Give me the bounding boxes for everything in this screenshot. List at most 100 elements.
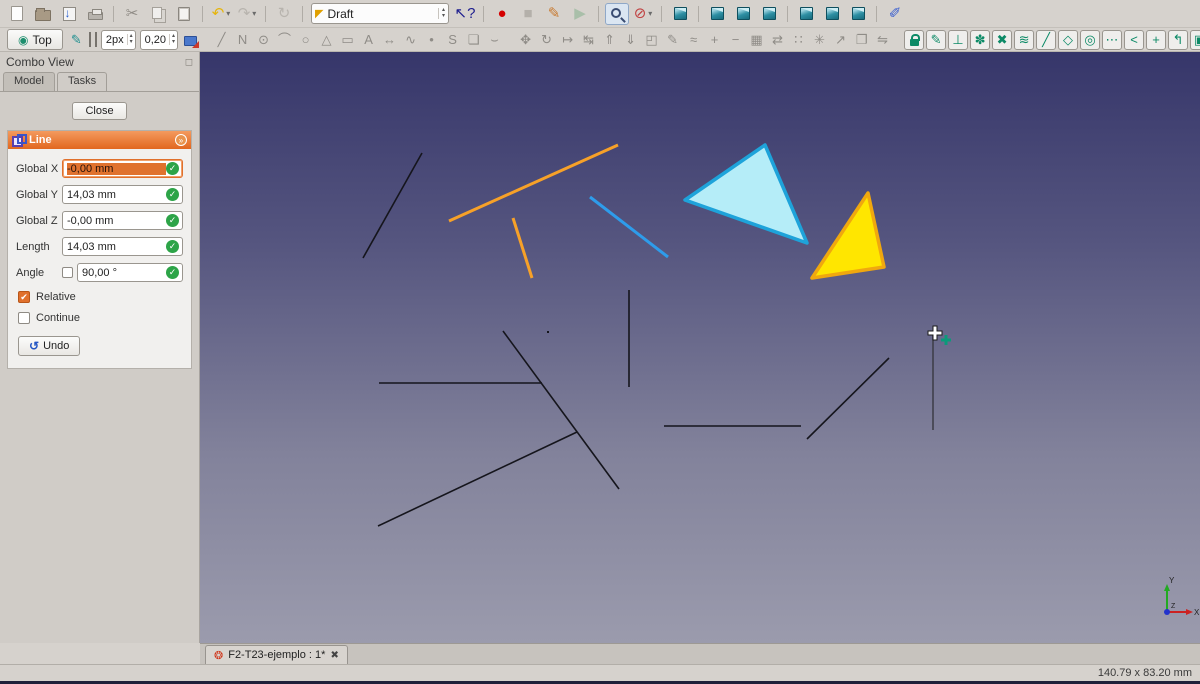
- bottom-view-icon[interactable]: [820, 3, 844, 25]
- draft-rotate-icon[interactable]: ↻: [537, 30, 556, 50]
- draft-line-icon[interactable]: ╱: [212, 30, 231, 50]
- draft-downgrade-icon[interactable]: ⇓: [621, 30, 640, 50]
- snap-dimensions-icon[interactable]: ⋯: [1102, 29, 1123, 50]
- orange-line-short[interactable]: [511, 217, 534, 279]
- collapse-dialog-icon[interactable]: »: [175, 134, 187, 146]
- toggle-grid-icon[interactable]: ▣: [1190, 29, 1200, 50]
- global-x-input[interactable]: -0,00 mm ✓: [62, 159, 183, 178]
- undo-icon[interactable]: ↶ ▾: [209, 3, 233, 25]
- snap-endpoint-icon[interactable]: ✎: [926, 29, 947, 50]
- draft-text-icon[interactable]: A: [359, 30, 378, 50]
- global-z-input[interactable]: -0,00 mm ✓: [62, 211, 183, 230]
- draft-edit-icon[interactable]: ✎: [663, 30, 682, 50]
- cut-icon[interactable]: ✂: [120, 3, 144, 25]
- rear-view-icon[interactable]: [794, 3, 818, 25]
- right-view-icon[interactable]: [757, 3, 781, 25]
- dock-toggle-icon[interactable]: ◻: [185, 57, 193, 68]
- draft-add-point-icon[interactable]: +: [705, 30, 724, 50]
- new-file-icon[interactable]: [5, 3, 29, 25]
- draft-ellipse-icon[interactable]: ○: [296, 30, 315, 50]
- snap-extension-icon[interactable]: ╱: [1036, 29, 1057, 50]
- top-view-icon[interactable]: [731, 3, 755, 25]
- black-line-upper-left[interactable]: [362, 152, 423, 259]
- line-width-spinbox-stepper[interactable]: ▴ ▾: [126, 33, 133, 45]
- text-scale-spinbox-stepper[interactable]: ▴ ▾: [169, 33, 175, 45]
- draft-array-icon[interactable]: ∷: [789, 30, 808, 50]
- tab-tasks[interactable]: Tasks: [56, 72, 108, 91]
- close-document-icon[interactable]: ✖: [330, 650, 338, 661]
- orange-line-long[interactable]: [448, 143, 619, 223]
- snap-lock-icon[interactable]: [904, 29, 925, 50]
- draft-shape2dview-icon[interactable]: ▦: [747, 30, 766, 50]
- draft-dimension-icon[interactable]: ↔: [380, 30, 399, 50]
- combo-stepper[interactable]: ▴ ▾: [437, 7, 445, 19]
- line-width-spinbox[interactable]: 2px ▴ ▾: [100, 29, 136, 50]
- save-icon[interactable]: [57, 3, 81, 25]
- draft-clone-icon[interactable]: ❐: [852, 30, 871, 50]
- fit-all-icon[interactable]: [605, 2, 629, 25]
- draft-trimex-icon[interactable]: ↹: [579, 30, 598, 50]
- macro-edit-icon[interactable]: ✎: [542, 3, 566, 25]
- angle-input[interactable]: 90,00 ° ✓: [77, 263, 183, 282]
- close-button[interactable]: Close: [72, 102, 127, 120]
- draft-facebinder-icon[interactable]: ❏: [464, 30, 483, 50]
- draft-rectangle-icon[interactable]: ▭: [338, 30, 357, 50]
- snap-perpendicular-icon[interactable]: ⊥: [948, 29, 969, 50]
- whatsthis-icon[interactable]: ↖?: [453, 3, 477, 25]
- draft-delete-point-icon[interactable]: −: [726, 30, 745, 50]
- tab-model[interactable]: Model: [3, 72, 55, 91]
- black-line-diagonal-down[interactable]: [502, 330, 620, 490]
- continue-checkbox-row[interactable]: Continue: [18, 312, 183, 324]
- black-line-diagonal-right[interactable]: [806, 357, 890, 440]
- draft-stretch-icon[interactable]: ↗: [831, 30, 850, 50]
- draw-style-icon-dropdown-arrow[interactable]: ▾: [648, 9, 652, 18]
- cyan-triangle[interactable]: [683, 143, 809, 245]
- undo-button[interactable]: ↺ Undo: [18, 336, 81, 356]
- continue-checkbox[interactable]: [18, 312, 30, 324]
- draft-bezcurve-icon[interactable]: ⌣: [485, 30, 504, 50]
- draft-wire-to-bspline-icon[interactable]: ≈: [684, 30, 703, 50]
- draft-shapestring-icon[interactable]: S: [443, 30, 462, 50]
- measure-distance-icon[interactable]: ✐: [883, 3, 907, 25]
- autogroup-icon[interactable]: [181, 30, 200, 50]
- snap-grid-icon[interactable]: ✽: [970, 29, 991, 50]
- draft-move-icon[interactable]: ✥: [516, 30, 535, 50]
- draft-arc-icon[interactable]: ⌒: [275, 30, 294, 50]
- draw-style-icon[interactable]: ⊘ ▾: [631, 3, 655, 25]
- undo-icon-dropdown-arrow[interactable]: ▾: [226, 9, 230, 18]
- length-input[interactable]: 14,03 mm ✓: [62, 237, 183, 256]
- macro-record-icon[interactable]: ●: [490, 3, 514, 25]
- document-tab[interactable]: ❂ F2-T23-ejemplo : 1* ✖: [205, 645, 348, 664]
- snap-midpoint-icon[interactable]: ◇: [1058, 29, 1079, 50]
- snap-ortho-icon[interactable]: +: [1146, 29, 1167, 50]
- draft-polygon-icon[interactable]: △: [317, 30, 336, 50]
- 3d-viewport[interactable]: Y X Z: [200, 52, 1200, 643]
- snap-intersection-icon[interactable]: ✖: [992, 29, 1013, 50]
- text-scale-spinbox[interactable]: 0,20 ▴ ▾: [139, 29, 179, 50]
- yellow-triangle[interactable]: [810, 191, 886, 280]
- draft-bspline-icon[interactable]: ∿: [401, 30, 420, 50]
- line-color-swatch[interactable]: [88, 32, 91, 47]
- draft-path-array-icon[interactable]: ✳: [810, 30, 829, 50]
- blue-line[interactable]: [589, 195, 669, 259]
- redo-icon-dropdown-arrow[interactable]: ▾: [252, 9, 256, 18]
- snap-parallel-icon[interactable]: ≋: [1014, 29, 1035, 50]
- relative-checkbox[interactable]: ✔: [18, 291, 30, 303]
- front-view-icon[interactable]: [705, 3, 729, 25]
- face-color-swatch[interactable]: [94, 32, 97, 47]
- open-file-icon[interactable]: [31, 3, 55, 25]
- working-plane-button[interactable]: ◉ Top: [7, 29, 63, 50]
- draft-to-sketch-icon[interactable]: ⇄: [768, 30, 787, 50]
- paste-icon[interactable]: [172, 3, 196, 25]
- draft-point-icon[interactable]: •: [422, 30, 441, 50]
- draft-upgrade-icon[interactable]: ⇑: [600, 30, 619, 50]
- relative-checkbox-row[interactable]: ✔ Relative: [18, 291, 183, 303]
- snap-center-icon[interactable]: ◎: [1080, 29, 1101, 50]
- draft-mirror-icon[interactable]: ⇋: [873, 30, 892, 50]
- draft-scale-icon[interactable]: ◰: [642, 30, 661, 50]
- global-y-input[interactable]: 14,03 mm ✓: [62, 185, 183, 204]
- angle-checkbox[interactable]: [62, 267, 73, 278]
- snap-angle-icon[interactable]: <: [1124, 29, 1145, 50]
- draft-wire-icon[interactable]: N: [233, 30, 252, 50]
- draft-circle-icon[interactable]: ⊙: [254, 30, 273, 50]
